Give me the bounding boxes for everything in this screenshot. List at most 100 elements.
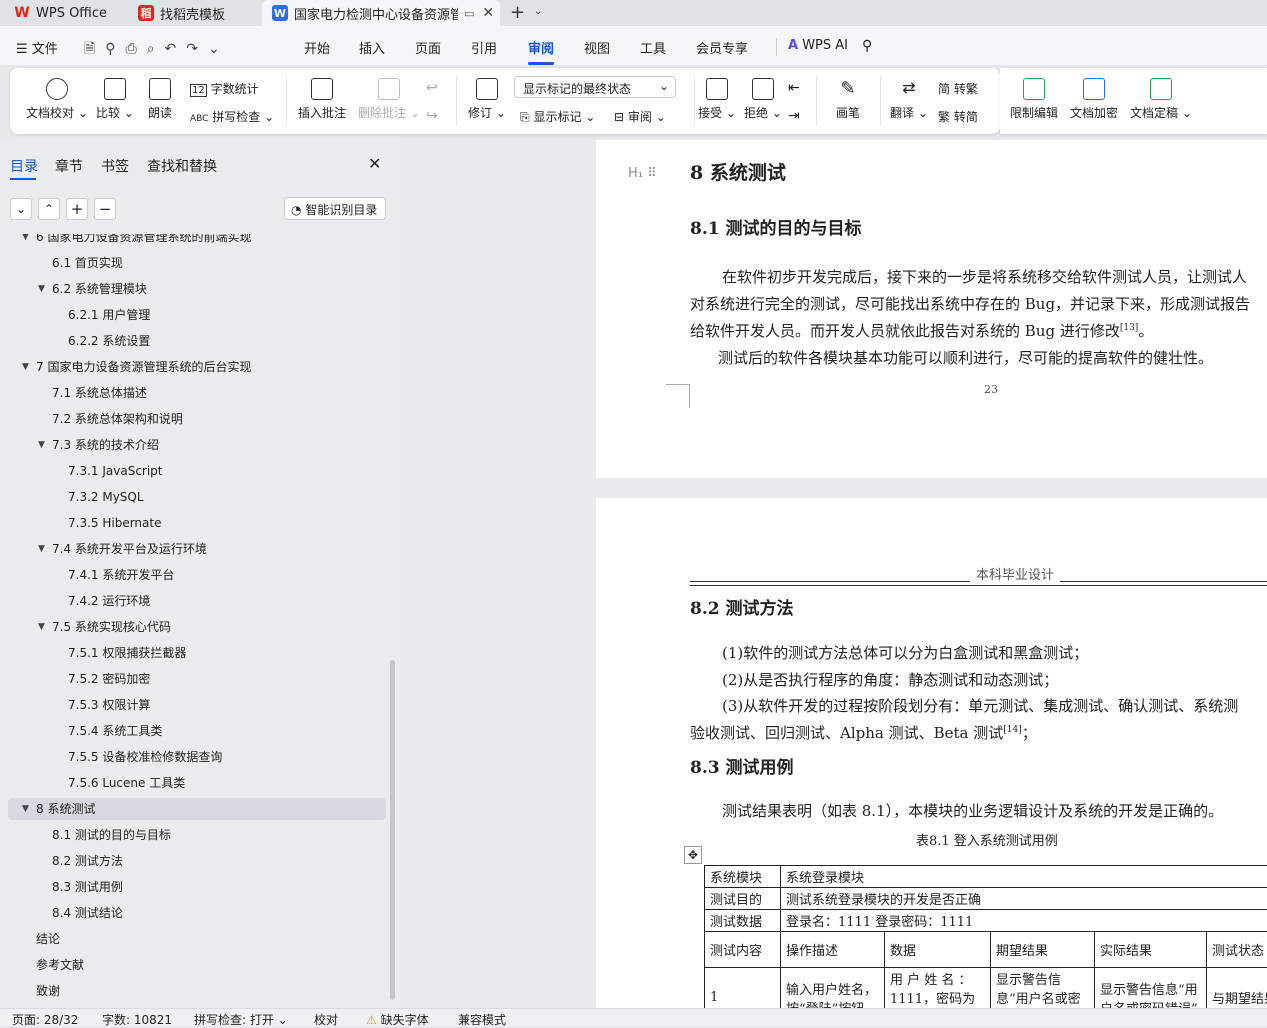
- toc-item[interactable]: ▼6.2 系统管理模块: [8, 278, 386, 300]
- menu-item-page[interactable]: 页面: [415, 38, 441, 57]
- toc-item[interactable]: 6.2.1 用户管理: [8, 304, 386, 326]
- search-icon[interactable]: ⚲: [862, 38, 872, 54]
- delete-comment-button[interactable]: 删除批注 ⌄: [358, 78, 420, 121]
- doc-proof-button[interactable]: 文档校对 ⌄: [26, 78, 88, 121]
- spell-check-button[interactable]: ABC 拼写检查 ⌄: [190, 108, 274, 125]
- file-menu[interactable]: ☰ 文件: [16, 38, 58, 57]
- toc-scrollbar[interactable]: [390, 660, 395, 1000]
- encrypt-button[interactable]: 文档加密: [1070, 78, 1118, 121]
- tab-wps-office[interactable]: W WPS Office: [4, 0, 120, 26]
- menu-item-tools[interactable]: 工具: [640, 38, 666, 57]
- restrict-edit-button[interactable]: 限制编辑: [1010, 78, 1058, 121]
- toc-item[interactable]: 8.4 测试结论: [8, 902, 386, 924]
- expand-arrow-icon[interactable]: ▼: [38, 538, 45, 560]
- new-tab-icon[interactable]: +: [510, 2, 525, 23]
- read-aloud-button[interactable]: 朗读: [148, 78, 172, 121]
- toc-item[interactable]: 8.2 测试方法: [8, 850, 386, 872]
- toc-item[interactable]: 8.3 测试用例: [8, 876, 386, 898]
- expand-arrow-icon[interactable]: ▼: [38, 616, 45, 638]
- quick-access-icons[interactable]: 🗎⚲⎙⌕↶↷⌄: [84, 38, 230, 62]
- menu-item-references[interactable]: 引用: [471, 38, 497, 57]
- toc-item[interactable]: 7.5.4 系统工具类: [8, 720, 386, 742]
- toc-item-label: 7.2 系统总体架构和说明: [52, 408, 183, 430]
- toc-item[interactable]: 7.3.5 Hibernate: [8, 512, 386, 534]
- toc-item[interactable]: 7.4.1 系统开发平台: [8, 564, 386, 586]
- menu-item-view[interactable]: 视图: [584, 38, 610, 57]
- expand-all-icon[interactable]: ⌄: [10, 198, 32, 220]
- to-simplified-label: 转简: [954, 110, 978, 124]
- toc-item[interactable]: 致谢: [8, 980, 386, 1002]
- next-change-icon[interactable]: ⇥: [788, 108, 800, 124]
- remove-heading-icon[interactable]: −: [94, 198, 116, 220]
- proof-status[interactable]: 校对: [314, 1011, 338, 1028]
- toc-item[interactable]: 7.3.1 JavaScript: [8, 460, 386, 482]
- nav-tab-chapter[interactable]: 章节: [55, 156, 83, 176]
- menu-item-review[interactable]: 审阅: [528, 38, 554, 57]
- toc-item[interactable]: 8.1 测试的目的与目标: [8, 824, 386, 846]
- next-comment-icon[interactable]: ↪: [426, 108, 438, 124]
- tab-document[interactable]: W 国家电力检测中心设备资源管 ▭ ✕: [262, 0, 500, 26]
- compare-button[interactable]: 比较 ⌄: [96, 78, 134, 121]
- table-move-handle-icon[interactable]: ✥: [684, 846, 702, 864]
- expand-arrow-icon[interactable]: ▼: [22, 234, 29, 248]
- expand-arrow-icon[interactable]: ▼: [38, 278, 45, 300]
- heading-handle-icon[interactable]: H₁ ⠿: [628, 166, 657, 181]
- toc-item[interactable]: ▼7.3 系统的技术介绍: [8, 434, 386, 456]
- toc-item[interactable]: 参考文献: [8, 954, 386, 976]
- word-count-status[interactable]: 字数: 10821: [102, 1011, 172, 1028]
- expand-arrow-icon[interactable]: ▼: [22, 798, 29, 820]
- tab-docer[interactable]: 稻 找稻壳模板: [128, 0, 258, 26]
- reject-button[interactable]: 拒绝 ⌄: [744, 78, 782, 121]
- nav-tab-toc[interactable]: 目录: [10, 156, 38, 176]
- to-traditional-button[interactable]: 简 转繁: [938, 80, 978, 97]
- toc-item[interactable]: 7.2 系统总体架构和说明: [8, 408, 386, 430]
- toc-item[interactable]: 7.5.2 密码加密: [8, 668, 386, 690]
- nav-tab-bookmark[interactable]: 书签: [101, 156, 129, 176]
- display-mode-select[interactable]: 显示标记的最终状态⌄: [514, 76, 676, 98]
- toc-item[interactable]: 7.5.1 权限捕获拦截器: [8, 642, 386, 664]
- missing-font-status[interactable]: ⚠ 缺失字体: [366, 1011, 429, 1028]
- add-heading-icon[interactable]: +: [66, 198, 88, 220]
- insert-comment-button[interactable]: 插入批注: [298, 78, 346, 121]
- translate-button[interactable]: ⇄翻译 ⌄: [890, 78, 928, 121]
- toc-item[interactable]: ▼6 国家电力设备资源管理系统的前端实现: [8, 234, 386, 248]
- finalize-button[interactable]: 文档定稿 ⌄: [1130, 78, 1192, 121]
- toc-item[interactable]: 6.1 首页实现: [8, 252, 386, 274]
- menu-item-start[interactable]: 开始: [304, 38, 330, 57]
- smart-toc-button[interactable]: ◔ 智能识别目录: [284, 197, 386, 220]
- wps-ai-button[interactable]: A WPS AI: [788, 38, 848, 53]
- toc-item[interactable]: ▼7.4 系统开发平台及运行环境: [8, 538, 386, 560]
- collapse-all-icon[interactable]: ⌃: [38, 198, 60, 220]
- page-indicator[interactable]: 页面: 28/32: [12, 1011, 78, 1028]
- nav-tab-find-replace[interactable]: 查找和替换: [147, 156, 217, 176]
- spell-check-status[interactable]: 拼写检查: 打开 ⌄: [194, 1011, 288, 1028]
- close-tab-icon[interactable]: ✕: [482, 5, 494, 21]
- toc-item[interactable]: ▼7.5 系统实现核心代码: [8, 616, 386, 638]
- menu-item-insert[interactable]: 插入: [359, 38, 385, 57]
- menu-item-member[interactable]: 会员专享: [696, 38, 748, 57]
- word-count-button[interactable]: 12 字数统计: [190, 80, 259, 97]
- close-icon[interactable]: ✕: [368, 154, 381, 173]
- pen-button[interactable]: ✎画笔: [836, 78, 860, 121]
- toc-item[interactable]: ▼7 国家电力设备资源管理系统的后台实现: [8, 356, 386, 378]
- show-markup-button[interactable]: ⎘ 显示标记 ⌄: [520, 108, 595, 125]
- toc-item[interactable]: 7.1 系统总体描述: [8, 382, 386, 404]
- toc-item[interactable]: 结论: [8, 928, 386, 950]
- toc-item[interactable]: 7.3.2 MySQL: [8, 486, 386, 508]
- track-changes-button[interactable]: 修订 ⌄: [468, 78, 506, 121]
- toc-item[interactable]: 7.4.2 运行环境: [8, 590, 386, 612]
- toc-item[interactable]: 7.5.3 权限计算: [8, 694, 386, 716]
- prev-comment-icon[interactable]: ↩: [426, 80, 438, 96]
- tab-list-chevron-icon[interactable]: ⌄: [534, 6, 542, 17]
- toc-item[interactable]: 7.5.5 设备校准检修数据查询: [8, 746, 386, 768]
- prev-change-icon[interactable]: ⇤: [788, 80, 800, 96]
- toc-item[interactable]: 7.5.6 Lucene 工具类: [8, 772, 386, 794]
- toc-item[interactable]: 6.2.2 系统设置: [8, 330, 386, 352]
- expand-arrow-icon[interactable]: ▼: [22, 356, 29, 378]
- document-page: 本科毕业设计 8.2 测试方法 (1)软件的测试方法总体可以分为白盒测试和黑盒测…: [596, 498, 1267, 1008]
- toc-item[interactable]: ▼8 系统测试: [8, 798, 386, 820]
- review-pane-button[interactable]: ⊟ 审阅 ⌄: [614, 108, 666, 125]
- to-simplified-button[interactable]: 繁 转简: [938, 108, 978, 125]
- expand-arrow-icon[interactable]: ▼: [38, 434, 45, 456]
- accept-button[interactable]: 接受 ⌄: [698, 78, 736, 121]
